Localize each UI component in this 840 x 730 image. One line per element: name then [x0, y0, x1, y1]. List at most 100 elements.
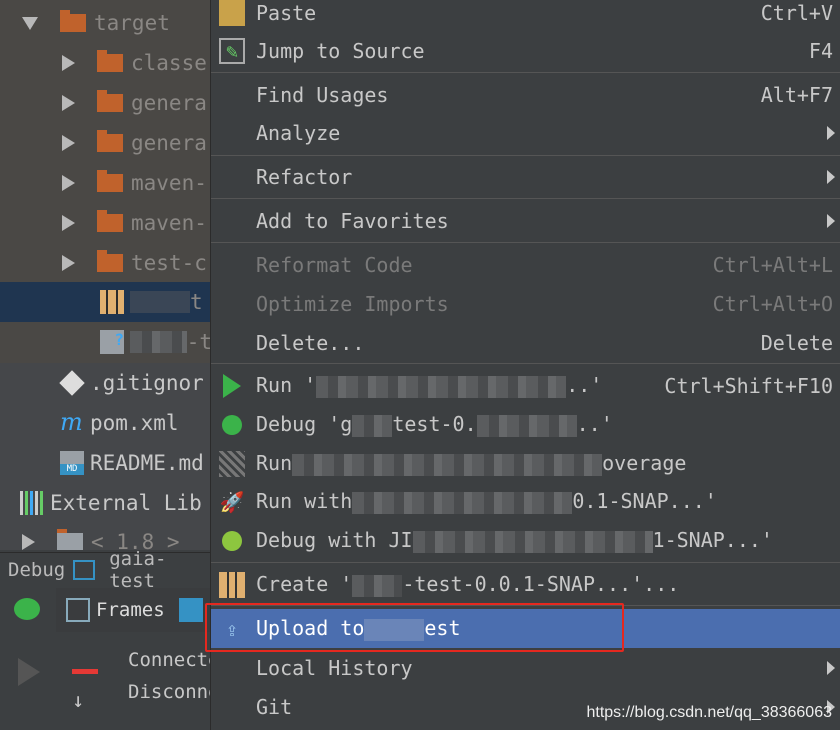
tree-item-readme[interactable]: MD README.md — [0, 443, 212, 483]
folder-icon — [97, 210, 123, 232]
tree-item-unknown[interactable]: ? -t — [0, 322, 212, 362]
tree-item-label: genera — [131, 91, 207, 115]
menu-shortcut: Ctrl+Alt+O — [712, 291, 833, 316]
menu-item-find-usages[interactable]: Find Usages Alt+F7 — [211, 75, 840, 114]
tree-item-label: maven- — [131, 211, 207, 235]
menu-label-tail: ..' — [566, 373, 603, 398]
chevron-right-icon[interactable] — [62, 55, 75, 71]
unknown-file-icon: ? — [100, 330, 124, 354]
menu-label: Analyze — [256, 120, 341, 145]
coverage-icon — [219, 450, 245, 477]
debug-toolwindow-header: Debug gaia-test — [0, 548, 212, 592]
run-icon — [219, 373, 245, 399]
menu-label: Create ' — [256, 572, 353, 597]
folder-icon — [57, 529, 83, 550]
menu-separator — [211, 155, 840, 156]
submenu-arrow-icon — [827, 169, 835, 184]
chevron-right-icon[interactable] — [62, 135, 75, 151]
chevron-right-icon[interactable] — [62, 255, 75, 271]
tree-item-target[interactable]: target — [0, 3, 212, 43]
debug-config-tab[interactable]: gaia-test — [109, 548, 212, 592]
tree-item-folder[interactable]: test-c — [0, 243, 212, 283]
resume-icon[interactable] — [18, 658, 40, 686]
project-tree: target classe genera genera maven- maven… — [0, 0, 212, 550]
menu-label-tail: overage — [602, 451, 687, 476]
paste-icon — [219, 0, 245, 26]
chevron-right-icon[interactable] — [22, 534, 35, 550]
menu-item-analyze[interactable]: Analyze — [211, 113, 840, 152]
debug-bug-icon — [14, 598, 40, 620]
tree-item-folder[interactable]: genera — [0, 83, 212, 123]
menu-label: Find Usages — [256, 82, 389, 107]
run-config-icon — [73, 559, 96, 580]
debug-icon — [219, 412, 245, 438]
clear-console-icon[interactable] — [72, 648, 98, 674]
tree-item-folder[interactable]: maven- — [0, 163, 212, 203]
folder-icon — [97, 170, 123, 192]
menu-item-optimize-imports[interactable]: Optimize Imports Ctrl+Alt+O — [211, 284, 840, 323]
menu-item-reformat-code[interactable]: Reformat Code Ctrl+Alt+L — [211, 245, 840, 284]
menu-separator — [211, 72, 840, 73]
submenu-arrow-icon — [827, 660, 835, 675]
menu-item-delete[interactable]: Delete... Delete — [211, 323, 840, 362]
console-line: Disconne — [128, 681, 220, 703]
debug-tab[interactable]: Debug — [8, 559, 65, 581]
jrebel-run-icon: 🚀 — [219, 489, 245, 514]
tree-item-label: -t — [186, 330, 212, 354]
folder-icon — [60, 10, 86, 32]
menu-label-tail: 0.1-SNAP...' — [572, 489, 717, 514]
console-icon — [178, 598, 203, 622]
tree-item-folder[interactable]: genera — [0, 123, 212, 163]
tree-item-gitignore[interactable]: .gitignor — [0, 363, 212, 403]
tree-item-label: target — [94, 11, 170, 35]
menu-label: Reformat Code — [256, 252, 413, 277]
edit-icon: ✎ — [219, 37, 245, 64]
menu-item-paste[interactable]: Paste Ctrl+V — [211, 0, 840, 32]
tree-item-jdk[interactable]: < 1.8 > — [0, 522, 212, 550]
menu-label-tail: -test-0.0.1-SNAP...'... — [402, 572, 680, 597]
console-output: Connecte Disconne — [128, 644, 220, 708]
menu-item-jump-to-source[interactable]: ✎ Jump to Source F4 — [211, 31, 840, 70]
menu-separator — [211, 198, 840, 199]
tree-item-folder[interactable]: classe — [0, 43, 212, 83]
menu-label: Run ' — [256, 373, 317, 398]
menu-label: Delete... — [256, 330, 365, 355]
menu-item-refactor[interactable]: Refactor — [211, 157, 840, 196]
chevron-right-icon[interactable] — [62, 95, 75, 111]
libraries-icon — [20, 491, 44, 515]
submenu-arrow-icon — [827, 125, 835, 140]
menu-item-run-with-coverage[interactable]: Run overage — [211, 444, 840, 483]
menu-shortcut: F4 — [808, 38, 833, 63]
frames-label: Frames — [96, 599, 165, 621]
chevron-right-icon[interactable] — [62, 215, 75, 231]
tree-item-jar[interactable]: t — [0, 282, 212, 322]
menu-item-run-with-jrebel[interactable]: 🚀 Run with 0.1-SNAP...' — [211, 482, 840, 521]
maven-icon: m — [60, 408, 83, 436]
menu-item-local-history[interactable]: Local History — [211, 648, 840, 687]
folder-icon — [97, 50, 123, 72]
menu-item-create-archive[interactable]: Create ' -test-0.0.1-SNAP...'... — [211, 565, 840, 604]
menu-label-tail: 1-SNAP...' — [652, 528, 773, 553]
tree-item-label: pom.xml — [90, 411, 179, 435]
tree-item-external-libraries[interactable]: External Lib — [0, 483, 212, 523]
archive-icon — [219, 571, 245, 598]
menu-item-add-to-favorites[interactable]: Add to Favorites — [211, 201, 840, 240]
debug-panel: Frames ↓ Connecte Disconne — [0, 588, 220, 730]
menu-item-debug-with-jrebel[interactable]: Debug with JI 1-SNAP...' — [211, 521, 840, 560]
tree-item-folder[interactable]: maven- — [0, 203, 212, 243]
sort-icon[interactable]: ↓ — [72, 688, 84, 712]
menu-item-debug[interactable]: Debug 'g test-0. ..' — [211, 405, 840, 444]
tree-item-label: genera — [131, 131, 207, 155]
tree-item-pom[interactable]: m pom.xml — [0, 403, 212, 443]
menu-separator — [211, 242, 840, 243]
frames-tab[interactable]: Frames — [56, 588, 212, 632]
menu-item-run[interactable]: Run ' ..' Ctrl+Shift+F10 — [211, 366, 840, 405]
menu-label: Optimize Imports — [256, 291, 449, 316]
chevron-down-icon[interactable] — [22, 16, 38, 30]
tree-item-label: External Lib — [50, 491, 202, 515]
menu-separator — [211, 363, 840, 364]
menu-shortcut: Alt+F7 — [760, 82, 833, 107]
archive-icon — [100, 290, 124, 314]
menu-label: Refactor — [256, 164, 353, 189]
chevron-right-icon[interactable] — [62, 175, 75, 191]
